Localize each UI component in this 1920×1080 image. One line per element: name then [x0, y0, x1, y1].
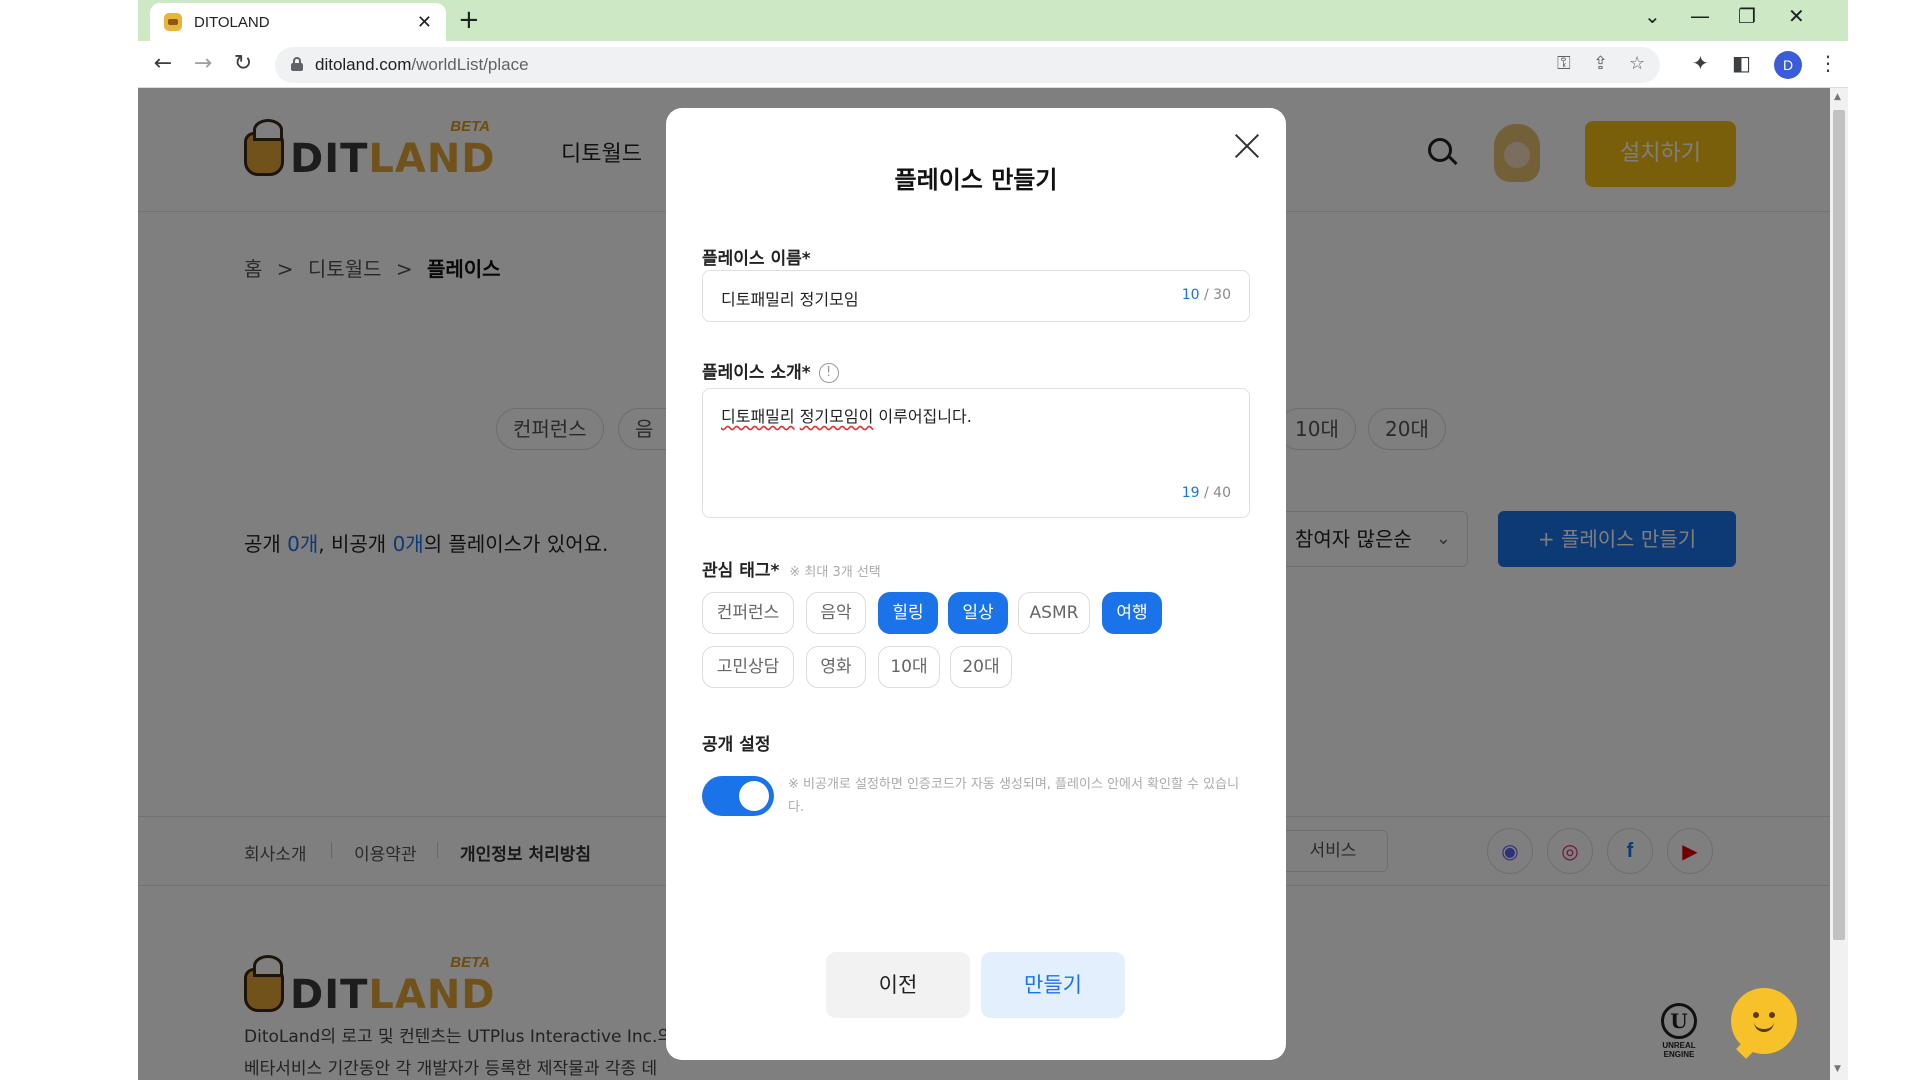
tag-healing[interactable]: 힐링	[878, 592, 938, 634]
modal-title: 플레이스 만들기	[894, 166, 1058, 194]
new-tab-icon[interactable]: +	[458, 5, 480, 35]
create-place-modal: 플레이스 만들기 플레이스 이름* 디토패밀리 정기모임 10 / 30 플레이…	[666, 108, 1286, 1060]
visibility-toggle[interactable]	[702, 776, 774, 816]
info-icon[interactable]: !	[818, 363, 839, 383]
toggle-knob	[739, 781, 769, 811]
place-name-input[interactable]: 디토패밀리 정기모임 10 / 30	[702, 270, 1250, 322]
page-scrollbar[interactable]: ▲ ▼	[1830, 88, 1848, 1080]
password-key-icon[interactable]: ⚿	[1557, 53, 1571, 74]
place-intro-value: 디토패밀리 정기모임이 이루어집니다.	[721, 407, 972, 426]
tag-travel[interactable]: 여행	[1102, 592, 1162, 634]
tab-search-chevron-icon[interactable]: ⌄	[1644, 4, 1661, 28]
forward-icon[interactable]: →	[188, 49, 218, 79]
reload-icon[interactable]: ↻	[228, 49, 258, 79]
tag-music[interactable]: 음악	[806, 592, 866, 634]
tag-movie[interactable]: 영화	[806, 646, 866, 688]
extensions-puzzle-icon[interactable]: ✦	[1692, 51, 1709, 75]
ditoland-favicon-icon	[164, 13, 182, 31]
browser-menu-icon[interactable]: ⋮	[1818, 51, 1838, 75]
place-intro-counter: 19 / 40	[1181, 485, 1231, 501]
tag-asmr[interactable]: ASMR	[1018, 592, 1090, 634]
close-icon[interactable]	[1231, 130, 1263, 162]
create-button[interactable]: 만들기	[981, 952, 1125, 1018]
place-intro-textarea[interactable]: 디토패밀리 정기모임이 이루어집니다. 19 / 40	[702, 388, 1250, 518]
tag-conference[interactable]: 컨퍼런스	[702, 592, 794, 634]
tag-daily[interactable]: 일상	[948, 592, 1008, 634]
visibility-label: 공개 설정	[702, 735, 771, 755]
scroll-down-icon[interactable]: ▼	[1834, 1064, 1841, 1074]
page-content: BETA DITLAND 디토월드 설치하기 홈 > 디토월드 > 플레이스 컨…	[138, 88, 1830, 1080]
bookmark-star-icon[interactable]: ☆	[1629, 53, 1645, 74]
profile-avatar[interactable]: D	[1774, 51, 1802, 79]
share-icon[interactable]: ⇪	[1593, 53, 1608, 74]
place-intro-label-row: 플레이스 소개*!	[702, 358, 839, 383]
tag-twenties[interactable]: 20대	[950, 646, 1012, 688]
browser-toolbar: ← → ↻ ditoland.com/worldList/place ⚿ ⇪ ☆…	[138, 41, 1848, 88]
chat-support-icon[interactable]	[1731, 988, 1797, 1054]
tab-title: DITOLAND	[194, 13, 270, 31]
scrollbar-thumb[interactable]	[1833, 110, 1845, 940]
address-bar[interactable]: ditoland.com/worldList/place ⚿ ⇪ ☆	[275, 47, 1660, 83]
side-panel-icon[interactable]: ◧	[1732, 51, 1751, 75]
place-name-counter: 10 / 30	[1181, 287, 1231, 303]
restore-icon[interactable]: ❐	[1738, 4, 1756, 28]
tab-strip: DITOLAND ✕ + ⌄ — ❐ ✕	[138, 0, 1848, 41]
tab-close-icon[interactable]: ✕	[417, 12, 432, 33]
back-icon[interactable]: ←	[148, 49, 178, 79]
place-name-label: 플레이스 이름*	[702, 249, 811, 269]
interest-tags-label: 관심 태그*	[702, 561, 780, 581]
window-close-icon[interactable]: ✕	[1788, 4, 1805, 28]
url-text: ditoland.com/worldList/place	[315, 55, 529, 74]
browser-tab[interactable]: DITOLAND ✕	[150, 3, 446, 41]
tag-teens[interactable]: 10대	[878, 646, 940, 688]
browser-window: DITOLAND ✕ + ⌄ — ❐ ✕ ← → ↻ ditoland.com/…	[138, 0, 1848, 1080]
scroll-up-icon[interactable]: ▲	[1834, 92, 1841, 102]
interest-tags-hint: ※ 최대 3개 선택	[789, 565, 881, 580]
lock-icon	[291, 57, 303, 71]
place-intro-label: 플레이스 소개*	[702, 363, 811, 383]
interest-tags-label-row: 관심 태그* ※ 최대 3개 선택	[702, 556, 881, 581]
place-name-value: 디토패밀리 정기모임	[721, 290, 859, 309]
prev-button[interactable]: 이전	[826, 952, 970, 1018]
minimize-icon[interactable]: —	[1690, 4, 1710, 28]
visibility-note: ※ 비공개로 설정하면 인증코드가 자동 생성되며, 플레이스 안에서 확인할 …	[788, 777, 1240, 815]
tag-counseling[interactable]: 고민상담	[702, 646, 794, 688]
